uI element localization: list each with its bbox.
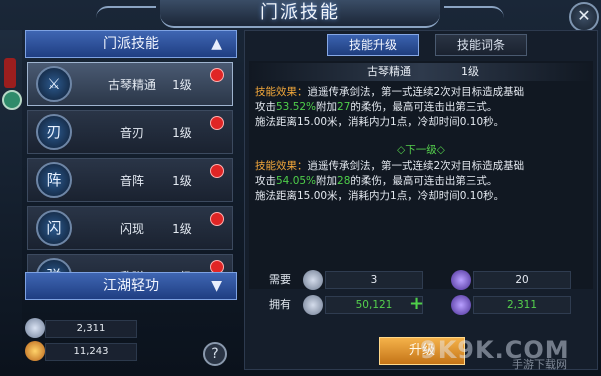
effect-line: 逍遥传承剑法，第一式连续2次对目标造成基础 <box>307 86 525 98</box>
flash-glyph-icon: 闪 <box>36 210 72 246</box>
spirit-gem-icon <box>451 270 471 290</box>
effect-text: 的柔伤，最高可连击出第三式。 <box>350 175 498 187</box>
effect-label: 技能效果： <box>255 160 308 172</box>
category-header-label: 江湖轻功 <box>103 278 159 294</box>
notification-dot-icon <box>210 68 224 82</box>
skill-item-1[interactable]: 刃 音刃 1级 <box>27 110 233 154</box>
effect-text: 附加 <box>316 101 338 113</box>
need-label: 需要 <box>269 273 291 286</box>
collapse-arrow-icon: ▲ <box>211 36 222 52</box>
title-ornament-right <box>444 6 504 20</box>
skill-level: 1级 <box>172 222 192 236</box>
own-gem-value: 2,311 <box>473 296 571 314</box>
skill-name: 闪现 <box>119 222 144 236</box>
formation-glyph-icon: 阵 <box>36 162 72 198</box>
add-plus-icon[interactable]: + <box>409 295 424 313</box>
upgrade-cost-area: 需要 3 20 拥有 50,121 + 2,311 <box>249 269 593 329</box>
resource-gold: 11,243 <box>25 341 155 361</box>
effect-text: 附加 <box>316 175 338 187</box>
silver-coin-icon <box>303 295 323 315</box>
tab-skill-upgrade[interactable]: 技能升级 <box>327 34 419 56</box>
skill-level: 1级 <box>172 174 192 188</box>
notification-dot-icon <box>210 212 224 226</box>
current-effect-text: 技能效果：逍遥传承剑法，第一式连续2次对目标造成基础 攻击53.52%附加27的… <box>255 85 591 130</box>
skill-item-3[interactable]: 闪 闪现 1级 <box>27 206 233 250</box>
current-skill-line: 古琴精通 1级 <box>249 63 593 81</box>
next-effect-text: 技能效果：逍遥传承剑法，第一式连续2次对目标造成基础 攻击54.05%附加28的… <box>255 159 591 204</box>
skill-name: 音阵 <box>119 174 144 188</box>
skill-list: ⚔ 古琴精通 1级 刃 音刃 1级 阵 音阵 1级 闪 闪现 1级 <box>25 60 237 296</box>
effect-percent: 54.05% <box>276 175 317 187</box>
effect-line: 施法距离15.00米，消耗内力1点，冷却时间0.10秒。 <box>255 116 505 128</box>
skill-name: 音刃 <box>119 126 144 140</box>
resource-value: 11,243 <box>45 343 137 361</box>
spirit-gem-icon <box>451 295 471 315</box>
notification-dot-icon <box>210 116 224 130</box>
effect-text: 攻击 <box>255 175 276 187</box>
effect-label: 技能效果： <box>255 86 308 98</box>
effect-line: 施法距离15.00米，消耗内力1点，冷却时间0.10秒。 <box>255 190 505 202</box>
effect-bonus: 28 <box>337 175 351 187</box>
silver-coin-icon <box>25 318 45 338</box>
skill-level: 1级 <box>172 78 192 92</box>
skill-info-box: 古琴精通 1级 技能效果：逍遥传承剑法，第一式连续2次对目标造成基础 攻击53.… <box>249 61 593 289</box>
red-tassel-icon <box>4 58 16 88</box>
title-ornament-left <box>96 6 156 20</box>
help-button[interactable]: ? <box>203 342 227 366</box>
crossed-swords-icon: ⚔ <box>36 66 72 102</box>
skill-level: 1级 <box>172 126 192 140</box>
silver-coin-icon <box>303 270 323 290</box>
side-ornament <box>0 30 22 360</box>
resource-silver: 2,311 <box>25 318 155 338</box>
notification-dot-icon <box>210 164 224 178</box>
category-header-sect-skills[interactable]: 门派技能 ▲ <box>25 30 237 58</box>
effect-percent: 53.52% <box>276 101 317 113</box>
watermark-subtitle: 手游下载网 <box>512 358 567 371</box>
skill-item-0[interactable]: ⚔ 古琴精通 1级 <box>27 62 233 106</box>
gold-ingot-icon <box>25 341 45 361</box>
skill-item-2[interactable]: 阵 音阵 1级 <box>27 158 233 202</box>
skill-name: 古琴精通 <box>107 78 156 92</box>
current-skill-level: 1级 <box>461 65 479 78</box>
effect-text: 的柔伤，最高可连击出第三式。 <box>350 101 498 113</box>
window-title-text: 门派技能 <box>260 2 340 23</box>
close-button[interactable]: ✕ <box>569 2 599 32</box>
skill-category-panel: 门派技能 ▲ ⚔ 古琴精通 1级 刃 音刃 1级 阵 音阵 1级 闪 闪现 1级… <box>25 30 237 370</box>
category-header-label: 门派技能 <box>103 36 159 52</box>
effect-line: 逍遥传承剑法，第一式连续2次对目标造成基础 <box>307 160 525 172</box>
effect-bonus: 27 <box>337 101 351 113</box>
category-header-qinggong[interactable]: 江湖轻功 ▼ <box>25 272 237 300</box>
effect-text: 攻击 <box>255 101 276 113</box>
jade-pendant-icon <box>2 90 22 110</box>
need-gem-value: 20 <box>473 271 571 289</box>
skill-detail-panel: 技能升级 技能词条 古琴精通 1级 技能效果：逍遥传承剑法，第一式连续2次对目标… <box>244 30 598 370</box>
blade-glyph-icon: 刃 <box>36 114 72 150</box>
need-silver-value: 3 <box>325 271 423 289</box>
own-label: 拥有 <box>269 298 291 311</box>
next-level-divider: ◇下一级◇ <box>397 144 445 156</box>
tab-skill-entries[interactable]: 技能词条 <box>435 34 527 56</box>
window-title: 门派技能 <box>96 0 504 28</box>
current-skill-name: 古琴精通 <box>367 65 411 78</box>
game-window: 门派技能 ✕ 门派技能 ▲ ⚔ 古琴精通 1级 刃 音刃 1级 阵 音阵 1级 … <box>0 0 601 376</box>
resource-value: 2,311 <box>45 320 137 338</box>
expand-arrow-icon: ▼ <box>211 278 222 294</box>
